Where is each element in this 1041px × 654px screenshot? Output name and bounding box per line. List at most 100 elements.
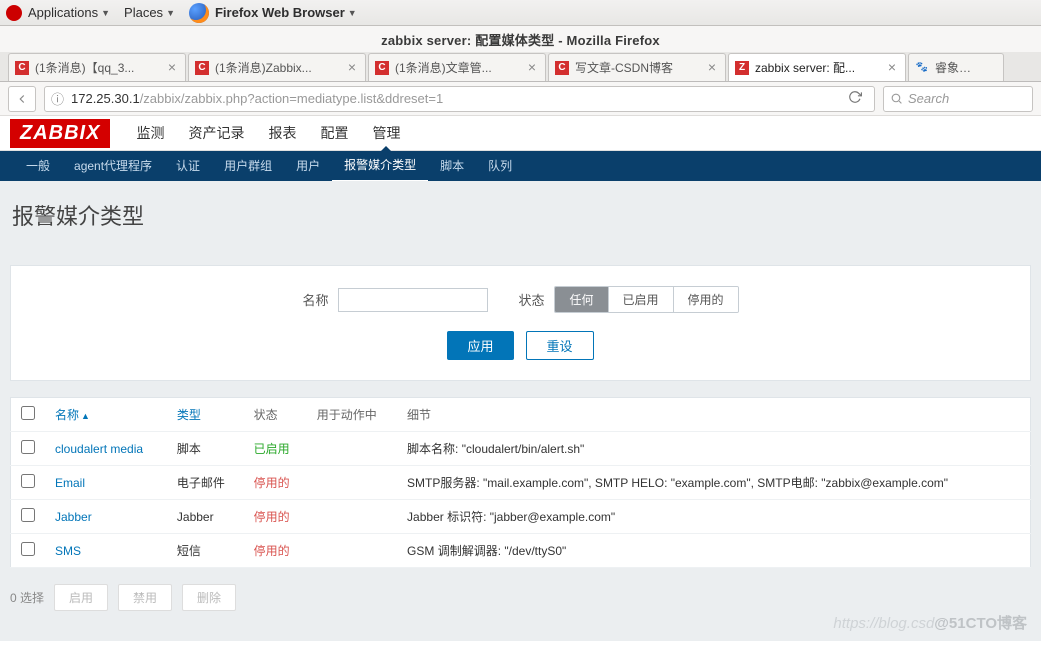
browser-toolbar: ⓘ 172.25.30.1/zabbix/zabbix.php?action=m… — [0, 82, 1041, 116]
arrow-left-icon — [15, 92, 29, 106]
browser-tab-bar: C(1条消息)【qq_3...×C(1条消息)Zabbix...×C(1条消息)… — [0, 52, 1041, 82]
used-in — [307, 466, 397, 500]
close-icon[interactable]: × — [705, 60, 719, 74]
status-link[interactable]: 停用的 — [254, 544, 290, 558]
media-name-link[interactable]: Email — [55, 476, 85, 490]
details: 脚本名称: "cloudalert/bin/alert.sh" — [397, 432, 1030, 466]
media-type: Jabber — [167, 500, 244, 534]
nav-item[interactable]: 配置 — [308, 116, 360, 151]
close-icon[interactable]: × — [165, 60, 179, 74]
zabbix-header: ZABBIX 监测资产记录报表配置管理 — [0, 116, 1041, 151]
filter-name-label: 名称 — [302, 290, 328, 309]
favicon: Z — [735, 61, 749, 75]
places-menu[interactable]: Places ▼ — [124, 5, 175, 20]
browser-menu[interactable]: Firefox Web Browser ▼ — [189, 3, 357, 23]
reload-icon — [848, 90, 862, 104]
browser-tab[interactable]: C(1条消息)文章管...× — [368, 53, 546, 81]
distro-icon — [6, 5, 22, 21]
tab-label: zabbix server: 配... — [755, 59, 899, 76]
nav-item[interactable]: 管理 — [360, 116, 412, 151]
subnav-item[interactable]: 用户群组 — [212, 151, 284, 181]
reset-button[interactable]: 重设 — [526, 331, 594, 360]
col-used-in: 用于动作中 — [307, 398, 397, 432]
browser-tab[interactable]: C (1条消息)Zabbix...× — [188, 53, 366, 81]
table-row: Jabber Jabber 停用的 Jabber 标识符: "jabber@examp… — [11, 500, 1031, 534]
browser-tab[interactable]: C 写文章-CSDN博客× — [548, 53, 726, 81]
info-icon: ⓘ — [51, 89, 65, 108]
details: GSM 调制解调器: "/dev/ttyS0" — [397, 534, 1030, 568]
tab-label: (1条消息)Zabbix... — [215, 59, 359, 76]
applications-label: Applications — [28, 5, 98, 20]
subnav-item[interactable]: 队列 — [476, 151, 524, 181]
row-checkbox[interactable] — [21, 508, 35, 522]
filter-name-input[interactable] — [338, 288, 488, 312]
chevron-down-icon: ▼ — [348, 8, 357, 18]
status-link[interactable]: 停用的 — [254, 476, 290, 490]
apply-button[interactable]: 应用 — [447, 331, 513, 360]
enable-button[interactable]: 启用 — [54, 584, 108, 611]
browser-tab[interactable]: 🐾睿象云_百... — [908, 53, 1004, 81]
row-checkbox[interactable] — [21, 542, 35, 556]
subnav-item[interactable]: agent代理程序 — [62, 151, 164, 181]
desktop-panel: Applications ▼ Places ▼ Firefox Web Brow… — [0, 0, 1041, 26]
browser-search-box[interactable]: Search — [883, 86, 1033, 112]
col-type[interactable]: 类型 — [167, 398, 244, 432]
media-name-link[interactable]: SMS — [55, 544, 81, 558]
delete-button[interactable]: 删除 — [182, 584, 236, 611]
close-icon[interactable]: × — [885, 60, 899, 74]
segment-option[interactable]: 已启用 — [608, 287, 673, 312]
used-in — [307, 432, 397, 466]
media-type: 脚本 — [167, 432, 244, 466]
segment-option[interactable]: 任何 — [555, 287, 607, 312]
select-all-checkbox[interactable] — [21, 406, 35, 420]
row-checkbox[interactable] — [21, 440, 35, 454]
nav-item[interactable]: 监测 — [124, 116, 176, 151]
browser-tab[interactable]: Zzabbix server: 配...× — [728, 53, 906, 81]
tab-label: (1条消息)【qq_3... — [35, 59, 179, 76]
back-button[interactable] — [8, 86, 36, 112]
paw-icon: 🐾 — [915, 61, 929, 75]
favicon: C — [195, 61, 209, 75]
tab-label: 写文章-CSDN博客 — [575, 59, 719, 76]
details: SMTP服务器: "mail.example.com", SMTP HELO: … — [397, 466, 1030, 500]
status-link[interactable]: 已启用 — [254, 442, 290, 456]
status-link[interactable]: 停用的 — [254, 510, 290, 524]
segment-option[interactable]: 停用的 — [673, 287, 738, 312]
search-placeholder: Search — [908, 91, 949, 106]
col-name[interactable]: 名称▲ — [45, 398, 167, 432]
close-icon[interactable]: × — [345, 60, 359, 74]
row-checkbox[interactable] — [21, 474, 35, 488]
media-name-link[interactable]: Jabber — [55, 510, 92, 524]
address-bar[interactable]: ⓘ 172.25.30.1/zabbix/zabbix.php?action=m… — [44, 86, 875, 112]
status-segmented-control: 任何已启用停用的 — [554, 286, 738, 313]
subnav-item[interactable]: 报警媒介类型 — [332, 150, 428, 182]
browser-tab[interactable]: C(1条消息)【qq_3...× — [8, 53, 186, 81]
col-status: 状态 — [244, 398, 307, 432]
nav-item[interactable]: 资产记录 — [176, 116, 256, 151]
subnav-item[interactable]: 一般 — [14, 151, 62, 181]
disable-button[interactable]: 禁用 — [118, 584, 172, 611]
applications-menu[interactable]: Applications ▼ — [28, 5, 110, 20]
zabbix-logo[interactable]: ZABBIX — [10, 119, 110, 148]
nav-item[interactable]: 报表 — [256, 116, 308, 151]
bulk-actions: 0 选择 启用 禁用 删除 — [10, 584, 1031, 611]
subnav-item[interactable]: 脚本 — [428, 151, 476, 181]
page-title: 报警媒介类型 — [12, 199, 1031, 231]
selected-count: 0 选择 — [10, 589, 44, 606]
url-text: 172.25.30.1/zabbix/zabbix.php?action=med… — [71, 91, 842, 106]
media-type: 电子邮件 — [167, 466, 244, 500]
media-name-link[interactable]: cloudalert media — [55, 442, 143, 456]
subnav-item[interactable]: 用户 — [284, 151, 332, 181]
sort-asc-icon: ▲ — [81, 411, 90, 421]
close-icon[interactable]: × — [525, 60, 539, 74]
col-details: 细节 — [397, 398, 1030, 432]
subnav-item[interactable]: 认证 — [164, 151, 212, 181]
reload-button[interactable] — [842, 90, 868, 107]
media-type: 短信 — [167, 534, 244, 568]
details: Jabber 标识符: "jabber@example.com" — [397, 500, 1030, 534]
filter-panel: 名称 状态 任何已启用停用的 应用 重设 — [10, 265, 1031, 381]
table-row: Email 电子邮件停用的 SMTP服务器: "mail.example.com",… — [11, 466, 1031, 500]
favicon: C — [555, 61, 569, 75]
watermark: https://blog.csd@51CTO博客 — [833, 612, 1027, 633]
filter-status-label: 状态 — [518, 290, 544, 309]
